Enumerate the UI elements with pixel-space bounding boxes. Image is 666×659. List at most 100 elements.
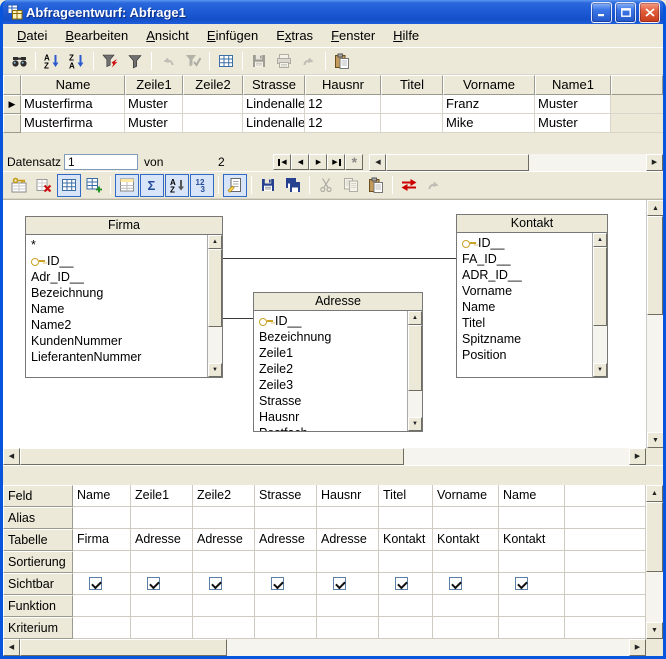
field-item[interactable]: Titel [457, 315, 592, 331]
numbering-button[interactable]: 123 [190, 174, 214, 197]
cell-tabelle[interactable]: Kontakt [379, 529, 433, 551]
column-header-titel[interactable]: Titel [381, 75, 443, 95]
field-item[interactable]: Name [457, 299, 592, 315]
scroll-up-button[interactable]: ▲ [408, 311, 422, 325]
field-item[interactable]: Postfach [254, 425, 407, 431]
column-header-name[interactable]: Name [21, 75, 125, 95]
scroll-trough[interactable] [646, 502, 663, 622]
field-item[interactable]: * [26, 237, 207, 253]
filter-by-selection-button[interactable] [98, 50, 122, 73]
first-record-button[interactable]: ◀ [273, 154, 291, 170]
menu-item-extras[interactable]: Extras [267, 25, 322, 46]
column-header-name1[interactable]: Name1 [535, 75, 611, 95]
properties-button[interactable] [223, 174, 247, 197]
cell-alias[interactable] [499, 507, 565, 529]
titlebar[interactable]: Abfrageentwurf: Abfrage1 [3, 0, 663, 24]
cell-name1[interactable]: Muster [535, 114, 611, 133]
scroll-down-button[interactable]: ▼ [647, 432, 663, 448]
column-header-hausnr[interactable]: Hausnr [305, 75, 381, 95]
cell-funktion[interactable] [73, 595, 131, 617]
field-item[interactable]: Zeile1 [254, 345, 407, 361]
cell-feld[interactable]: Titel [379, 485, 433, 507]
checkbox-checked[interactable] [395, 577, 408, 590]
menu-item-ansicht[interactable]: Ansicht [137, 25, 198, 46]
cell-funktion[interactable] [379, 595, 433, 617]
checkbox-checked[interactable] [449, 577, 462, 590]
menu-item-einfgen[interactable]: Einfügen [198, 25, 267, 46]
cell-tabelle[interactable]: Kontakt [433, 529, 499, 551]
scroll-thumb[interactable] [646, 502, 663, 572]
cell-tabelle[interactable]: Adresse [255, 529, 317, 551]
cell-feld[interactable]: Hausnr [317, 485, 379, 507]
checkbox-checked[interactable] [209, 577, 222, 590]
scroll-left-button[interactable]: ◀ [369, 154, 386, 171]
field-item[interactable]: Strasse [254, 393, 407, 409]
cell-sichtbar[interactable] [73, 573, 131, 595]
cell-hausnr[interactable]: 12 [305, 114, 381, 133]
cell-sortierung[interactable] [317, 551, 379, 573]
cell-strasse[interactable]: Lindenalle [243, 114, 305, 133]
row-selector[interactable]: ▶ [3, 95, 21, 114]
scroll-trough[interactable] [208, 327, 222, 363]
cell-zeile1[interactable]: Muster [125, 95, 183, 114]
totals-button[interactable]: Σ [140, 174, 164, 197]
scroll-up-button[interactable]: ▲ [593, 233, 607, 247]
maximize-button[interactable] [615, 2, 636, 23]
find-button[interactable] [7, 50, 31, 73]
scroll-thumb[interactable] [408, 325, 422, 391]
cell-vorname[interactable]: Franz [443, 95, 535, 114]
pane-splitter[interactable] [3, 465, 663, 485]
field-item[interactable]: Name [26, 301, 207, 317]
cell-alias[interactable] [131, 507, 193, 529]
primary-keys-button[interactable] [7, 174, 31, 197]
cell-funktion[interactable] [131, 595, 193, 617]
column-header-zeile1[interactable]: Zeile1 [125, 75, 183, 95]
previous-record-button[interactable]: ◀ [291, 154, 309, 170]
field-item[interactable]: Hausnr [254, 409, 407, 425]
add-table-button[interactable] [82, 174, 106, 197]
cell-kriterium[interactable] [73, 617, 131, 639]
cell-tabelle[interactable]: Adresse [131, 529, 193, 551]
cell-sichtbar[interactable] [433, 573, 499, 595]
sort-descending-button[interactable]: ZA [65, 50, 89, 73]
cell-feld[interactable]: Vorname [433, 485, 499, 507]
sort-order-button[interactable]: AZ [165, 174, 189, 197]
cell-funktion[interactable] [193, 595, 255, 617]
table-scrollbar[interactable]: ▲▼ [207, 235, 222, 377]
scroll-down-button[interactable]: ▼ [646, 622, 663, 639]
cell-kriterium[interactable] [255, 617, 317, 639]
cell-funktion[interactable] [255, 595, 317, 617]
scroll-up-button[interactable]: ▲ [646, 485, 663, 502]
field-item[interactable]: Position [457, 347, 592, 363]
menu-item-fenster[interactable]: Fenster [322, 25, 384, 46]
cell-sichtbar[interactable] [193, 573, 255, 595]
cell-funktion[interactable] [317, 595, 379, 617]
cell-feld[interactable]: Zeile2 [193, 485, 255, 507]
field-item[interactable]: ID__ [26, 253, 207, 269]
checkbox-checked[interactable] [89, 577, 102, 590]
cell-feld[interactable]: Name [73, 485, 131, 507]
table-box-kontakt[interactable]: KontaktID__FA_ID__ADR_ID__VornameNameTit… [456, 214, 608, 378]
select-grid-button[interactable] [57, 174, 81, 197]
scroll-down-button[interactable]: ▼ [208, 363, 222, 377]
cell-kriterium[interactable] [317, 617, 379, 639]
checkbox-checked[interactable] [515, 577, 528, 590]
field-item[interactable]: Name2 [26, 317, 207, 333]
cell-feld[interactable]: Zeile1 [131, 485, 193, 507]
column-header-zeile2[interactable]: Zeile2 [183, 75, 243, 95]
scroll-thumb[interactable] [20, 448, 404, 465]
cell-vorname[interactable]: Mike [443, 114, 535, 133]
minimize-button[interactable] [591, 2, 612, 23]
table-scrollbar[interactable]: ▲▼ [592, 233, 607, 377]
cell-sichtbar[interactable] [499, 573, 565, 595]
cell-strasse[interactable]: Lindenalle [243, 95, 305, 114]
filter-button[interactable] [123, 50, 147, 73]
cell-name[interactable]: Musterfirma [21, 95, 125, 114]
column-header-strasse[interactable]: Strasse [243, 75, 305, 95]
cell-alias[interactable] [255, 507, 317, 529]
scroll-thumb[interactable] [647, 216, 663, 315]
swap-join-button[interactable] [397, 174, 421, 197]
menu-item-datei[interactable]: Datei [8, 25, 56, 46]
field-item[interactable]: Bezeichnung [26, 285, 207, 301]
scroll-down-button[interactable]: ▼ [408, 417, 422, 431]
